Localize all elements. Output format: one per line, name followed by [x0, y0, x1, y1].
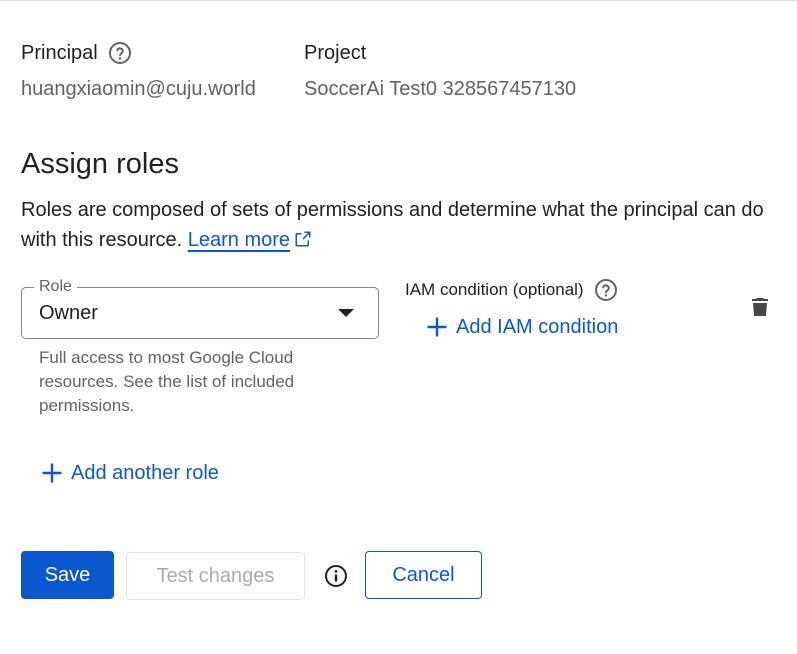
principal-label: Principal: [21, 42, 98, 64]
role-select[interactable]: Role Owner: [21, 277, 379, 339]
iam-help-icon[interactable]: [594, 278, 618, 302]
add-another-role-label[interactable]: Add another role: [71, 460, 219, 486]
add-iam-condition-button[interactable]: Add IAM condition: [426, 314, 618, 340]
principal-value: huangxiaomin@cuju.world: [21, 78, 256, 100]
test-changes-label[interactable]: Test changes: [157, 563, 275, 589]
add-another-role-button[interactable]: Add another role: [41, 460, 219, 486]
help-icon[interactable]: [108, 41, 132, 65]
plus-icon[interactable]: [426, 316, 448, 338]
assign-roles-panel: Principal huangxiaomin@cuju.world Projec…: [0, 0, 797, 654]
learn-more-label[interactable]: Learn more: [188, 229, 290, 251]
iam-condition-header: IAM condition (optional): [405, 277, 618, 303]
learn-more-link[interactable]: Learn more: [188, 229, 312, 251]
info-icon[interactable]: [324, 564, 348, 588]
plus-icon[interactable]: [41, 462, 63, 484]
open-in-new-icon[interactable]: [294, 230, 312, 248]
iam-condition-label: IAM condition (optional): [405, 280, 584, 299]
assign-roles-title: Assign roles: [21, 148, 179, 180]
test-changes-button[interactable]: Test changes: [126, 552, 305, 600]
add-iam-condition-label[interactable]: Add IAM condition: [456, 314, 618, 340]
cancel-button[interactable]: Cancel: [365, 551, 482, 599]
project-value: SoccerAi Test0 328567457130: [304, 78, 577, 100]
cancel-label[interactable]: Cancel: [392, 562, 454, 588]
save-label[interactable]: Save: [45, 562, 91, 588]
assign-roles-description: Roles are composed of sets of permission…: [21, 195, 791, 255]
top-divider: [0, 0, 797, 1]
role-selected-value[interactable]: Owner: [39, 300, 98, 326]
project-label: Project: [304, 42, 367, 64]
dropdown-arrow-icon[interactable]: [338, 309, 354, 317]
role-helper-text: Full access to most Google Cloud resourc…: [39, 348, 295, 415]
project-header: Project: [304, 40, 576, 66]
principal-header: Principal: [21, 40, 256, 66]
description-text: Roles are composed of sets of permission…: [21, 199, 764, 251]
project-section: Project SoccerAi Test0 328567457130: [304, 40, 576, 102]
role-field-label: Role: [34, 277, 77, 297]
principal-section: Principal huangxiaomin@cuju.world: [21, 40, 256, 102]
trash-icon[interactable]: [748, 295, 772, 319]
save-button[interactable]: Save: [21, 551, 114, 599]
